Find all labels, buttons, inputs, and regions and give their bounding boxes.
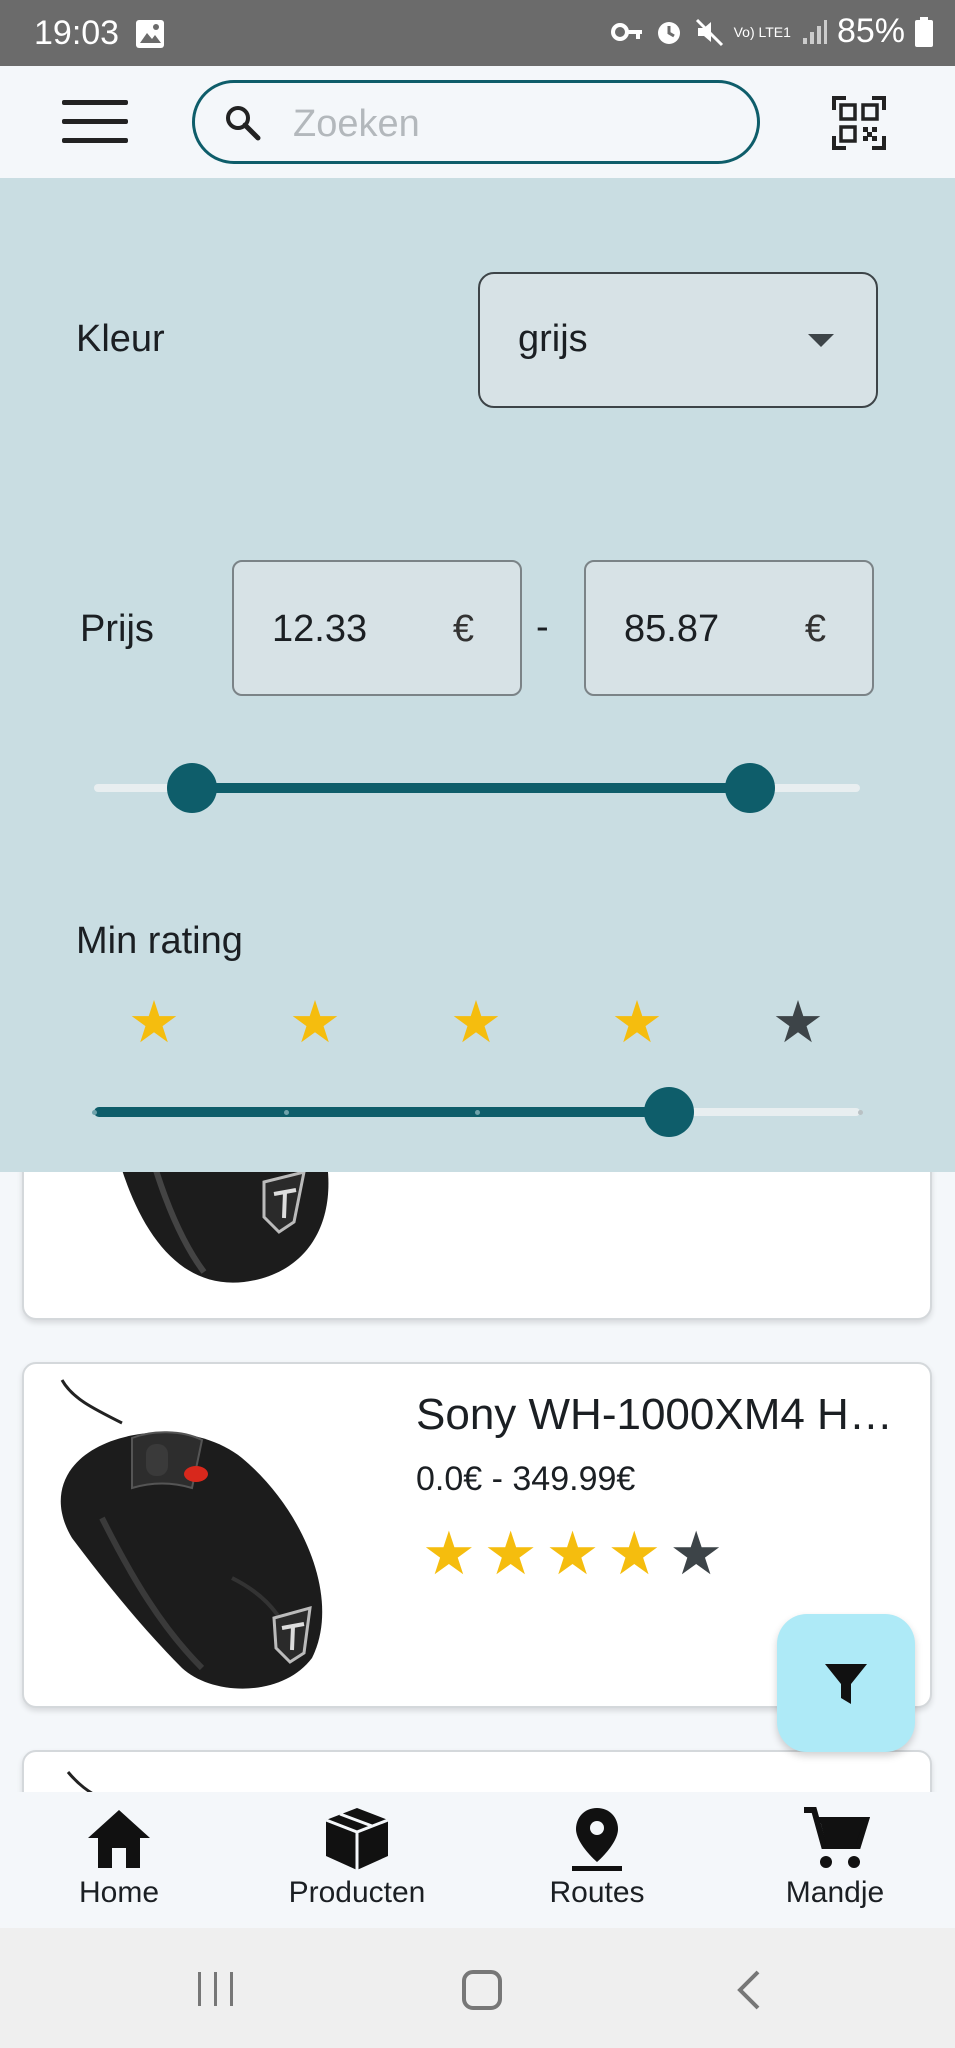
menu-icon[interactable] bbox=[62, 100, 128, 144]
status-bar: 19:03 Vo) LTE1 85% bbox=[0, 0, 955, 66]
slider-tick bbox=[858, 1110, 863, 1115]
system-navigation-bar bbox=[0, 1928, 955, 2048]
recent-apps-icon[interactable] bbox=[196, 1970, 236, 2008]
back-icon[interactable] bbox=[734, 1968, 764, 2012]
nav-label: Routes bbox=[549, 1876, 645, 1909]
slider-tick bbox=[92, 1110, 97, 1115]
slider-active-track bbox=[192, 783, 750, 793]
chevron-down-icon bbox=[808, 334, 834, 347]
star-icon: ★ bbox=[772, 990, 824, 1055]
product-image bbox=[60, 1379, 323, 1689]
signal-icon bbox=[802, 19, 827, 44]
price-min-value: 12.33 bbox=[272, 608, 368, 650]
price-max-field[interactable]: 85.87 € bbox=[584, 560, 874, 696]
nav-label: Producten bbox=[288, 1876, 426, 1909]
nav-producten[interactable]: Producten bbox=[238, 1792, 476, 1928]
search-icon bbox=[226, 106, 261, 141]
nav-label: Mandje bbox=[785, 1876, 885, 1909]
color-label: Kleur bbox=[76, 318, 165, 360]
price-min-thumb[interactable] bbox=[167, 763, 218, 813]
image-icon bbox=[136, 20, 164, 48]
price-range-separator: - bbox=[536, 606, 549, 648]
star-icon: ★ bbox=[669, 1520, 723, 1587]
min-rating-thumb[interactable] bbox=[643, 1087, 694, 1137]
home-icon bbox=[88, 1810, 150, 1868]
battery-icon bbox=[915, 16, 933, 47]
price-max-thumb[interactable] bbox=[724, 763, 775, 813]
nav-mandje[interactable]: Mandje bbox=[716, 1792, 954, 1928]
slider-tick bbox=[475, 1110, 480, 1115]
search-placeholder: Zoeken bbox=[293, 103, 420, 145]
network-type: Vo) LTE1 bbox=[733, 23, 791, 40]
location-pin-icon bbox=[572, 1808, 622, 1871]
color-dropdown[interactable]: grijs bbox=[478, 272, 878, 408]
battery-percent: 85% bbox=[836, 12, 905, 50]
price-range-slider[interactable] bbox=[94, 762, 860, 814]
cart-icon bbox=[804, 1807, 870, 1868]
star-icon: ★ bbox=[450, 990, 502, 1055]
nav-home[interactable]: Home bbox=[0, 1792, 238, 1928]
color-selected-value: grijs bbox=[518, 318, 588, 360]
status-time: 19:03 bbox=[34, 14, 120, 52]
min-rating-stars: ★ ★ ★ ★ ★ bbox=[96, 994, 866, 1054]
star-icon: ★ bbox=[607, 1520, 662, 1587]
currency-symbol: € bbox=[804, 608, 826, 650]
qr-scan-icon[interactable] bbox=[832, 96, 886, 150]
price-min-field[interactable]: 12.33 € bbox=[232, 560, 522, 696]
currency-symbol: € bbox=[452, 608, 474, 650]
slider-tick bbox=[283, 1110, 289, 1115]
status-icons: Vo) LTE1 85% bbox=[610, 12, 933, 51]
star-icon: ★ bbox=[422, 1520, 476, 1587]
min-rating-slider[interactable] bbox=[92, 1086, 863, 1138]
slider-active-track bbox=[94, 1107, 669, 1117]
mute-icon bbox=[695, 18, 723, 46]
package-icon bbox=[325, 1808, 389, 1870]
filter-button[interactable] bbox=[777, 1614, 915, 1752]
rating-stars: ★ ★ ★ ★ ★ bbox=[422, 1524, 723, 1584]
nav-label: Home bbox=[78, 1876, 160, 1909]
bottom-navigation: Home Producten Routes Mandje bbox=[0, 1792, 955, 1928]
vpn-key-icon bbox=[610, 22, 642, 41]
filter-icon bbox=[825, 1664, 867, 1704]
price-label: Prijs bbox=[80, 608, 154, 650]
star-icon: ★ bbox=[483, 1520, 538, 1587]
nav-routes[interactable]: Routes bbox=[478, 1792, 716, 1928]
star-icon: ★ bbox=[611, 990, 663, 1055]
alarm-icon bbox=[657, 21, 680, 44]
search-input[interactable]: Zoeken bbox=[192, 80, 760, 164]
home-system-icon[interactable] bbox=[460, 1968, 504, 2012]
star-icon: ★ bbox=[128, 990, 180, 1055]
product-title: Sony WH-1000XM4 H… bbox=[416, 1390, 893, 1439]
price-max-value: 85.87 bbox=[624, 608, 720, 650]
star-icon: ★ bbox=[289, 990, 341, 1055]
product-price: 0.0€ - 349.99€ bbox=[416, 1460, 636, 1498]
star-icon: ★ bbox=[545, 1520, 600, 1587]
min-rating-label: Min rating bbox=[76, 920, 243, 962]
